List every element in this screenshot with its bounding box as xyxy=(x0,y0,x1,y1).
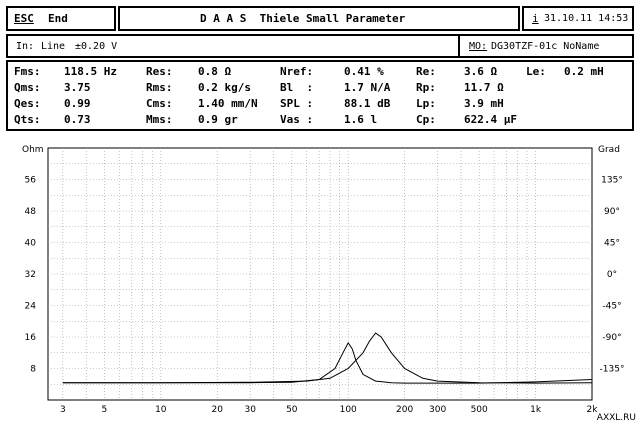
param-value: 0.41 % xyxy=(344,65,384,78)
y-tick-label: 48 xyxy=(25,207,37,217)
y2-axis-label: Grad xyxy=(598,145,620,155)
param-value: 3.9 mH xyxy=(464,97,504,110)
param-value: 1.40 mm/N xyxy=(198,97,258,110)
info-icon[interactable]: i xyxy=(532,13,539,25)
param-value: 0.99 xyxy=(64,97,91,110)
model-separator xyxy=(458,36,460,56)
x-tick-label: 1k xyxy=(530,405,542,415)
y2-tick-label: -90° xyxy=(602,333,621,343)
esc-action-label: End xyxy=(48,12,68,25)
x-tick-label: 500 xyxy=(471,405,488,415)
x-tick-label: 100 xyxy=(340,405,357,415)
y-tick-label: 8 xyxy=(30,365,36,375)
param-label: Cms: xyxy=(146,97,173,110)
y-tick-label: 40 xyxy=(25,239,37,249)
param-label: Nref: xyxy=(280,65,314,78)
watermark: AXXL.RU xyxy=(597,413,636,423)
param-value: 11.7 Ω xyxy=(464,81,504,94)
param-value: 0.73 xyxy=(64,113,91,126)
x-tick-label: 10 xyxy=(155,405,167,415)
param-label: Le: xyxy=(526,65,546,78)
x-tick-label: 20 xyxy=(212,405,224,415)
param-value: 0.9 gr xyxy=(198,113,238,126)
datetime-label: 31.10.11 14:53 xyxy=(544,13,629,24)
param-value: 3.75 xyxy=(64,81,91,94)
param-label: Mms: xyxy=(146,113,173,126)
param-value: 3.6 Ω xyxy=(464,65,498,78)
y-axis-label: Ohm xyxy=(22,145,44,155)
param-label: Re: xyxy=(416,65,436,78)
y-tick-label: 16 xyxy=(25,333,37,343)
param-value: 0.2 kg/s xyxy=(198,81,251,94)
model-value[interactable]: DG30TZF-01c NoName xyxy=(491,41,599,53)
param-label: Bl : xyxy=(280,81,314,94)
y2-tick-label: -135° xyxy=(600,365,625,375)
param-label: Qts: xyxy=(14,113,41,126)
x-tick-label: 30 xyxy=(244,405,256,415)
x-tick-label: 50 xyxy=(286,405,298,415)
y-tick-label: 32 xyxy=(25,270,36,280)
x-tick-label: 300 xyxy=(429,405,446,415)
impedance-chart: Ohm Grad 56 48 40 32 24 16 8 135° 90° 45° 0° -45° -90°… xyxy=(22,145,636,423)
param-label: Cp: xyxy=(416,113,436,126)
y2-tick-label: 90° xyxy=(604,207,620,217)
x-tick-label: 3 xyxy=(60,405,66,415)
param-value: 1.6 l xyxy=(344,113,378,126)
param-label: Vas : xyxy=(280,113,314,126)
y2-tick-label: -45° xyxy=(602,302,621,312)
param-value: 0.8 Ω xyxy=(198,65,232,78)
param-label: Qms: xyxy=(14,81,41,94)
y2-tick-label: 135° xyxy=(601,176,623,186)
header-title-box: D A A S Thiele Small Parameter xyxy=(118,6,520,31)
param-value: 118.5 Hz xyxy=(64,65,117,78)
y-tick-label: 56 xyxy=(25,176,37,186)
param-value: 622.4 µF xyxy=(464,113,517,126)
param-label: Lp: xyxy=(416,97,436,110)
header-esc-box[interactable]: ESC End xyxy=(6,6,116,31)
x-tick-label: 200 xyxy=(396,405,413,415)
param-label: SPL : xyxy=(280,97,314,110)
input-source[interactable]: Line xyxy=(41,41,65,53)
input-level[interactable]: ±0.20 V xyxy=(75,41,117,53)
param-value: 1.7 N/A xyxy=(344,81,391,94)
y2-tick-label: 45° xyxy=(604,239,620,249)
y2-tick-label: 0° xyxy=(607,270,617,280)
param-label: Res: xyxy=(146,65,173,78)
input-bar: In: Line ±0.20 V MO: DG30TZF-01c NoName xyxy=(6,34,634,58)
input-prefix: In: xyxy=(16,41,35,52)
param-label: Fms: xyxy=(14,65,41,78)
param-label: Rms: xyxy=(146,81,173,94)
header-datetime-box: i 31.10.11 14:53 xyxy=(522,6,634,31)
param-label: Qes: xyxy=(14,97,41,110)
param-value: 88.1 dB xyxy=(344,97,391,110)
y-tick-label: 24 xyxy=(25,302,37,312)
page-title: D A A S Thiele Small Parameter xyxy=(200,12,406,25)
param-label: Rp: xyxy=(416,81,436,94)
parameters-panel: Fms: 118.5 Hz Res: 0.8 Ω Nref: 0.41 % Re: 3.6 Ω… xyxy=(6,60,634,131)
x-tick-label: 5 xyxy=(102,405,108,415)
esc-key[interactable]: ESC xyxy=(14,13,34,25)
model-label: MO: xyxy=(469,41,488,52)
param-value: 0.2 mH xyxy=(564,65,604,78)
